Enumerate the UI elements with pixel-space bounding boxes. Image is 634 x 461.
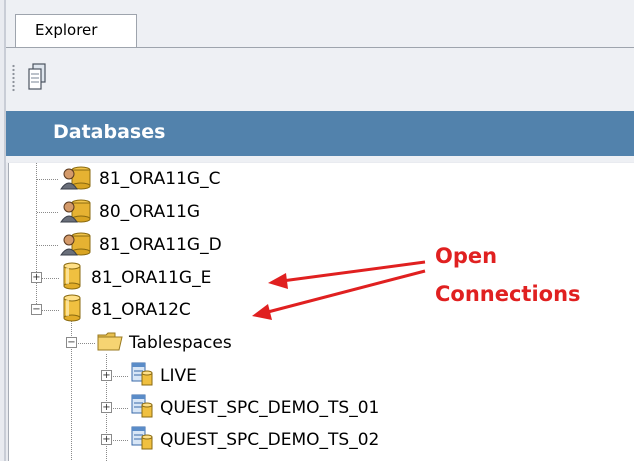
- tree-line: [42, 310, 59, 311]
- databases-header: Databases: [6, 111, 634, 156]
- tree-line: [111, 408, 129, 409]
- collapse-toggle[interactable]: −: [66, 337, 77, 348]
- tree-item-label: 81_ORA11G_C: [99, 169, 221, 189]
- tree-item[interactable]: 81_ORA12C: [59, 294, 191, 326]
- tree-item[interactable]: 81_ORA11G_C: [59, 164, 220, 194]
- tree-item-label: 81_ORA11G_E: [91, 268, 212, 288]
- database-cylinder-icon: [59, 262, 85, 294]
- database-user-icon: [59, 230, 93, 260]
- database-user-icon: [59, 197, 93, 227]
- tree-item-label: 81_ORA11G_D: [99, 235, 222, 255]
- toolbar: [6, 48, 634, 111]
- tab-strip: Explorer: [6, 0, 634, 48]
- database-tree: + − − + + + 81_ORA11G_C 80_ORA11G 81_ORA…: [8, 163, 634, 461]
- collapse-toggle[interactable]: −: [31, 304, 42, 315]
- expand-toggle[interactable]: +: [101, 402, 112, 413]
- tablespace-icon: [130, 393, 154, 423]
- tree-line: [42, 278, 59, 279]
- tree-line: [76, 343, 96, 344]
- tree-item-label: Tablespaces: [129, 333, 232, 353]
- tree-line: [37, 212, 59, 213]
- tree-item-label: LIVE: [160, 366, 197, 386]
- toolbar-grip[interactable]: [12, 64, 15, 92]
- tree-item-label: 80_ORA11G: [99, 202, 201, 222]
- tree-line: [111, 376, 129, 377]
- tree-item[interactable]: 81_ORA11G_D: [59, 230, 222, 260]
- database-cylinder-icon: [59, 294, 85, 326]
- tree-item[interactable]: 80_ORA11G: [59, 197, 200, 227]
- databases-title: Databases: [53, 121, 166, 143]
- tablespace-icon: [130, 361, 154, 391]
- tree-item[interactable]: LIVE: [130, 361, 197, 391]
- header-separator: [6, 156, 634, 162]
- tree-line: [36, 163, 37, 309]
- expand-toggle[interactable]: +: [31, 272, 42, 283]
- tree-item[interactable]: QUEST_SPC_DEMO_TS_01: [130, 393, 379, 423]
- annotation-line1: Open: [435, 244, 498, 268]
- tree-line: [37, 245, 59, 246]
- tree-line: [37, 179, 59, 180]
- tablespace-icon: [130, 425, 154, 455]
- tree-item[interactable]: QUEST_SPC_DEMO_TS_02: [130, 425, 379, 455]
- tree-item-label: QUEST_SPC_DEMO_TS_01: [160, 398, 380, 418]
- annotation-line2: Connections: [435, 282, 581, 306]
- tree-line: [111, 440, 129, 441]
- copy-icon[interactable]: [26, 62, 48, 92]
- database-user-icon: [59, 164, 93, 194]
- tree-item[interactable]: 81_ORA11G_E: [59, 262, 212, 294]
- tree-item[interactable]: Tablespaces: [97, 328, 232, 358]
- expand-toggle[interactable]: +: [101, 370, 112, 381]
- tree-item-label: 81_ORA12C: [91, 300, 191, 320]
- tree-item-label: QUEST_SPC_DEMO_TS_02: [160, 430, 380, 450]
- expand-toggle[interactable]: +: [101, 434, 112, 445]
- tab-explorer[interactable]: Explorer: [15, 14, 137, 47]
- folder-icon: [97, 330, 123, 356]
